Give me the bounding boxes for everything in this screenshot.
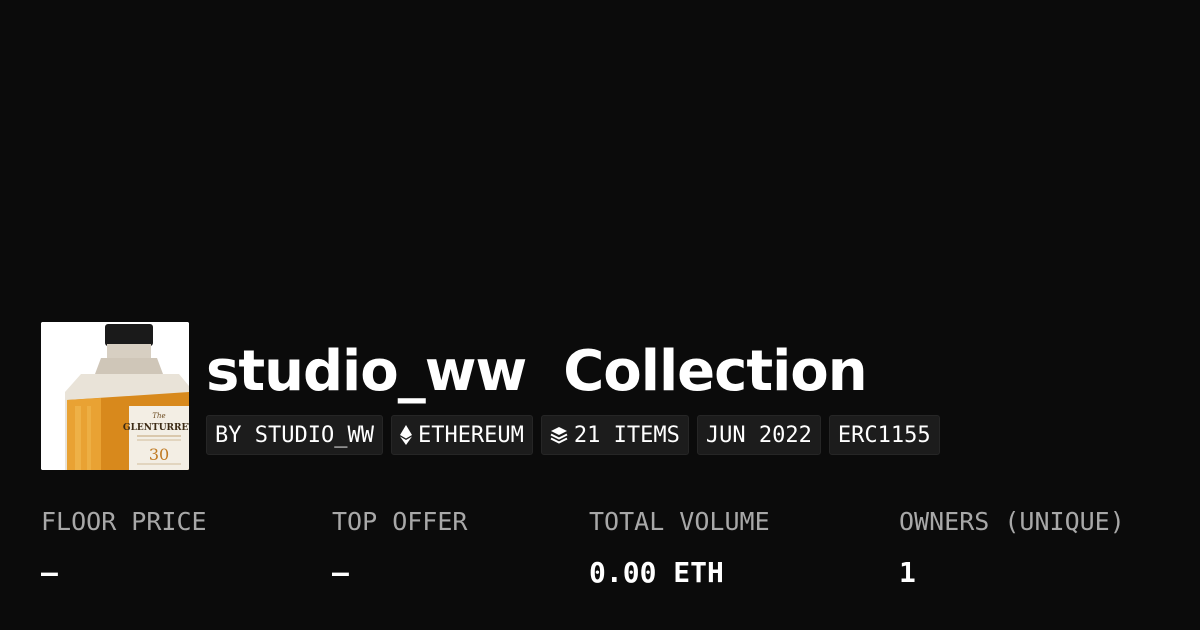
svg-text:30: 30 (149, 445, 169, 464)
svg-text:The: The (152, 412, 165, 420)
total-volume-value: 0.00 ETH (589, 556, 724, 589)
top-offer-stat: TOP OFFER – (332, 506, 467, 590)
token-standard-tag-label: ERC1155 (837, 422, 931, 448)
whisky-bottle-image: The GLENTURRET 30 (41, 322, 189, 470)
top-offer-value: – (332, 556, 349, 589)
chain-tag-label: ETHEREUM (417, 422, 524, 448)
chain-tag: ETHEREUM (390, 415, 533, 455)
top-offer-label: TOP OFFER (332, 507, 468, 536)
floor-price-stat: FLOOR PRICE – (41, 506, 207, 590)
creator-tag[interactable]: BY STUDIO_WW (206, 415, 383, 455)
owners-value: 1 (899, 556, 916, 589)
total-volume-label: TOTAL VOLUME (589, 507, 770, 536)
svg-text:GLENTURRET: GLENTURRET (123, 423, 189, 433)
total-volume-stat: TOTAL VOLUME 0.00 ETH (589, 506, 770, 590)
ethereum-icon (399, 425, 412, 445)
floor-price-label: FLOOR PRICE (41, 507, 207, 536)
collection-thumbnail: The GLENTURRET 30 (41, 322, 189, 470)
collection-title-suffix: Collection (563, 339, 867, 404)
layers-icon (550, 426, 568, 444)
owners-stat: OWNERS (UNIQUE) 1 (899, 506, 1125, 590)
created-date-tag: JUN 2022 (696, 415, 821, 455)
collection-title: studio_ww Collection (206, 336, 868, 408)
floor-price-value: – (41, 556, 58, 589)
collection-tags: BY STUDIO_WW ETHEREUM 21 ITEMS JUN 2022 … (206, 415, 940, 455)
collection-name: studio_ww (206, 339, 527, 404)
created-date-tag-label: JUN 2022 (705, 422, 812, 448)
owners-label: OWNERS (UNIQUE) (899, 507, 1125, 536)
items-count-tag-label: 21 ITEMS (573, 422, 680, 448)
creator-tag-label: BY STUDIO_WW (215, 422, 374, 448)
items-count-tag: 21 ITEMS (540, 415, 689, 455)
token-standard-tag: ERC1155 (828, 415, 940, 455)
collection-og-card: The GLENTURRET 30 studio_ww Collection B… (0, 0, 1200, 630)
